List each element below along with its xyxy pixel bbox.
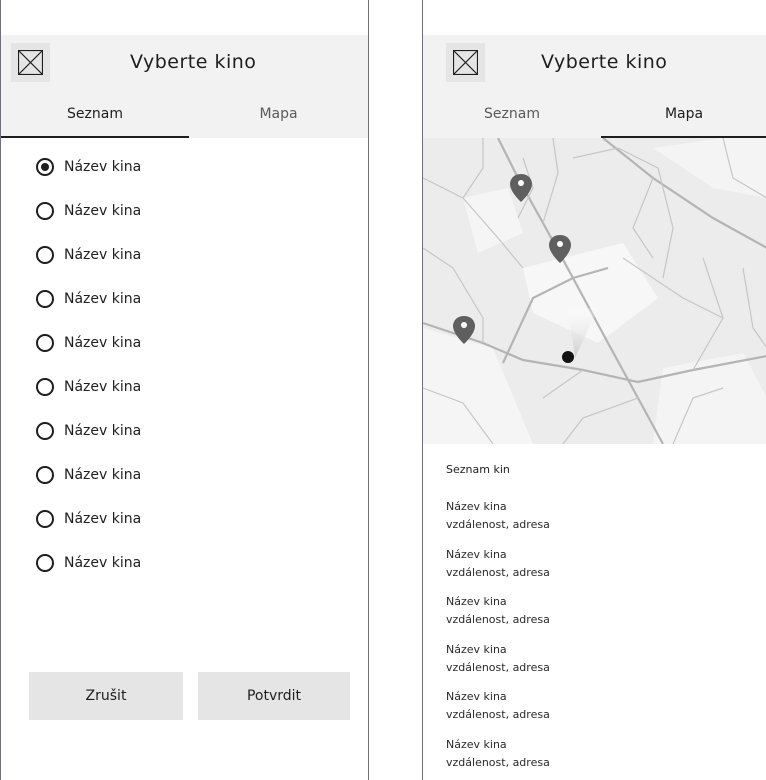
user-location-icon bbox=[562, 351, 574, 363]
cinema-radio-option[interactable]: Název kina bbox=[36, 156, 141, 178]
header: Vyberte kino bbox=[1, 35, 368, 90]
map-area bbox=[423, 328, 533, 444]
radio-button[interactable] bbox=[36, 554, 54, 572]
cinema-detail: vzdálenost, adresa bbox=[446, 660, 550, 674]
cinema-radio-option[interactable]: Název kina bbox=[36, 376, 141, 398]
cinema-list-item[interactable]: Název kina vzdálenost, adresa bbox=[446, 641, 550, 677]
tab-bar: Seznam Mapa bbox=[1, 90, 368, 138]
image-placeholder-icon[interactable] bbox=[11, 43, 50, 82]
radio-button[interactable] bbox=[36, 510, 54, 528]
cinema-detail: vzdálenost, adresa bbox=[446, 756, 550, 769]
cinema-name-label: Název kina bbox=[64, 291, 142, 307]
radio-button[interactable] bbox=[36, 246, 54, 264]
image-placeholder-icon[interactable] bbox=[446, 43, 485, 82]
cinema-name-label: Název kina bbox=[64, 159, 142, 175]
tab-seznam[interactable]: Seznam bbox=[1, 90, 189, 138]
cinema-radio-option[interactable]: Název kina bbox=[36, 420, 141, 442]
radio-button[interactable] bbox=[36, 378, 54, 396]
cinema-list-heading: Seznam kin bbox=[446, 463, 510, 476]
page-title: Vyberte kino bbox=[541, 51, 668, 73]
cinema-list-item[interactable]: Název kina vzdálenost, adresa bbox=[446, 546, 550, 582]
cinema-name-label: Název kina bbox=[64, 247, 142, 263]
cinema-map-screen: Vyberte kino Seznam Mapa Seznam kin Náze… bbox=[422, 0, 766, 780]
cinema-list-screen: Vyberte kino Seznam Mapa Název kina Název… bbox=[0, 0, 369, 780]
cinema-list-item[interactable]: Název kina vzdálenost, adresa bbox=[446, 498, 550, 534]
cinema-detail: vzdálenost, adresa bbox=[446, 565, 550, 579]
cinema-name-label: Název kina bbox=[64, 203, 142, 219]
cinema-radio-option[interactable]: Název kina bbox=[36, 288, 141, 310]
cinema-name-label: Název kina bbox=[64, 555, 142, 571]
radio-button[interactable] bbox=[36, 202, 54, 220]
radio-button[interactable] bbox=[36, 466, 54, 484]
radio-button[interactable] bbox=[36, 158, 54, 176]
confirm-button[interactable]: Potvrdit bbox=[198, 672, 350, 720]
header: Vyberte kino bbox=[423, 35, 766, 90]
map-view[interactable] bbox=[423, 138, 766, 444]
cinema-list-item[interactable]: Název kina vzdálenost, adresa bbox=[446, 688, 550, 724]
cinema-name-label: Název kina bbox=[64, 379, 142, 395]
tab-mapa[interactable]: Mapa bbox=[189, 90, 368, 138]
cinema-radio-option[interactable]: Název kina bbox=[36, 332, 141, 354]
cinema-name-label: Název kina bbox=[64, 335, 142, 351]
cinema-radio-option[interactable]: Název kina bbox=[36, 552, 141, 574]
cinema-detail: vzdálenost, adresa bbox=[446, 518, 550, 531]
cancel-button[interactable]: Zrušit bbox=[29, 672, 183, 720]
cinema-detail: vzdálenost, adresa bbox=[446, 613, 550, 627]
cinema-detail: vzdálenost, adresa bbox=[446, 708, 550, 722]
tab-seznam[interactable]: Seznam bbox=[423, 90, 601, 138]
tab-mapa[interactable]: Mapa bbox=[601, 90, 766, 138]
radio-button[interactable] bbox=[36, 422, 54, 440]
cinema-list-item[interactable]: Název kina vzdálenost, adresa bbox=[446, 593, 550, 629]
radio-button[interactable] bbox=[36, 334, 54, 352]
cinema-radio-option[interactable]: Název kina bbox=[36, 200, 141, 222]
cinema-name: Název kina bbox=[446, 738, 507, 751]
cinema-list-item[interactable]: Název kina vzdálenost, adresa bbox=[446, 736, 550, 772]
cinema-radio-option[interactable]: Název kina bbox=[36, 464, 141, 486]
map-area bbox=[463, 188, 523, 253]
cinema-name: Název kina bbox=[446, 547, 507, 561]
cinema-name: Název kina bbox=[446, 690, 507, 704]
cinema-name-label: Název kina bbox=[64, 511, 142, 527]
cinema-name-label: Název kina bbox=[64, 467, 142, 483]
radio-button[interactable] bbox=[36, 290, 54, 308]
tab-bar: Seznam Mapa bbox=[423, 90, 766, 138]
cinema-name: Název kina bbox=[446, 642, 507, 656]
cinema-name: Název kina bbox=[446, 500, 507, 513]
cinema-radio-option[interactable]: Název kina bbox=[36, 508, 141, 530]
page-title: Vyberte kino bbox=[130, 51, 257, 73]
cinema-radio-option[interactable]: Název kina bbox=[36, 244, 141, 266]
cinema-name-label: Název kina bbox=[64, 423, 142, 439]
cinema-name: Název kina bbox=[446, 595, 507, 609]
